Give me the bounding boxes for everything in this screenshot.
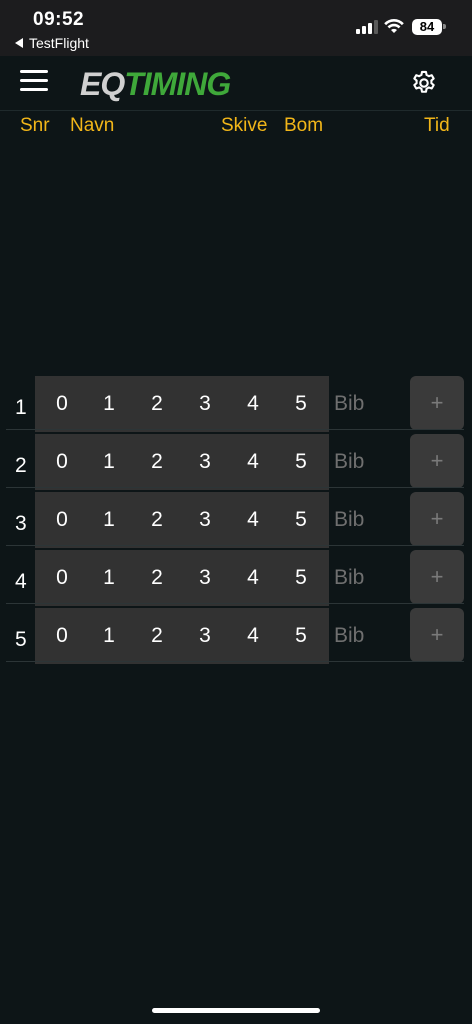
battery-indicator: 84 bbox=[412, 19, 442, 35]
score-button-2[interactable]: 2 bbox=[145, 566, 169, 590]
add-button[interactable]: + bbox=[410, 434, 464, 488]
score-button-3[interactable]: 3 bbox=[193, 566, 217, 590]
row-divider bbox=[6, 429, 464, 430]
row-divider bbox=[6, 487, 464, 488]
score-button-1[interactable]: 1 bbox=[97, 566, 121, 590]
column-header-snr: Snr bbox=[20, 115, 50, 136]
bib-input[interactable]: Bib bbox=[334, 624, 364, 648]
column-header-skive: Skive bbox=[221, 115, 268, 136]
target-rows: 1 0 1 2 3 4 5 Bib + 2 0 1 2 3 4 5 Bib + … bbox=[0, 376, 472, 666]
gear-icon[interactable] bbox=[410, 69, 438, 97]
back-arrow-icon bbox=[15, 38, 23, 48]
score-button-5[interactable]: 5 bbox=[289, 392, 313, 416]
column-header-navn: Navn bbox=[70, 115, 115, 136]
cellular-signal-icon bbox=[356, 20, 378, 34]
score-button-5[interactable]: 5 bbox=[289, 624, 313, 648]
score-button-1[interactable]: 1 bbox=[97, 450, 121, 474]
score-button-4[interactable]: 4 bbox=[241, 566, 265, 590]
row-number: 1 bbox=[15, 396, 27, 419]
score-button-4[interactable]: 4 bbox=[241, 392, 265, 416]
target-row: 2 0 1 2 3 4 5 Bib + bbox=[0, 434, 472, 492]
score-button-0[interactable]: 0 bbox=[50, 508, 74, 532]
column-header-bom: Bom bbox=[284, 115, 324, 136]
score-button-5[interactable]: 5 bbox=[289, 508, 313, 532]
row-number: 5 bbox=[15, 628, 27, 651]
score-button-0[interactable]: 0 bbox=[50, 624, 74, 648]
status-bar: 09:52 TestFlight 84 bbox=[0, 0, 472, 56]
score-button-2[interactable]: 2 bbox=[145, 624, 169, 648]
score-button-3[interactable]: 3 bbox=[193, 624, 217, 648]
eqtiming-logo: EQTIMING bbox=[80, 66, 231, 103]
score-selector: 0 1 2 3 4 5 bbox=[35, 434, 329, 490]
score-selector: 0 1 2 3 4 5 bbox=[35, 492, 329, 548]
target-row: 4 0 1 2 3 4 5 Bib + bbox=[0, 550, 472, 608]
score-button-0[interactable]: 0 bbox=[50, 450, 74, 474]
row-number: 2 bbox=[15, 454, 27, 477]
score-button-0[interactable]: 0 bbox=[50, 392, 74, 416]
row-divider bbox=[6, 545, 464, 546]
status-time: 09:52 bbox=[33, 9, 85, 30]
score-button-1[interactable]: 1 bbox=[97, 624, 121, 648]
column-headers: Snr Navn Skive Bom Tid bbox=[0, 112, 472, 142]
back-to-app-link[interactable]: TestFlight bbox=[15, 35, 89, 51]
score-button-5[interactable]: 5 bbox=[289, 450, 313, 474]
score-button-3[interactable]: 3 bbox=[193, 450, 217, 474]
score-button-0[interactable]: 0 bbox=[50, 566, 74, 590]
score-button-1[interactable]: 1 bbox=[97, 392, 121, 416]
target-row: 5 0 1 2 3 4 5 Bib + bbox=[0, 608, 472, 666]
bib-input[interactable]: Bib bbox=[334, 450, 364, 474]
row-divider bbox=[6, 661, 464, 662]
score-button-4[interactable]: 4 bbox=[241, 508, 265, 532]
wifi-icon bbox=[384, 18, 404, 33]
score-button-2[interactable]: 2 bbox=[145, 508, 169, 532]
hamburger-menu-icon[interactable] bbox=[20, 70, 50, 94]
score-button-4[interactable]: 4 bbox=[241, 624, 265, 648]
score-button-5[interactable]: 5 bbox=[289, 566, 313, 590]
add-button[interactable]: + bbox=[410, 608, 464, 662]
bib-input[interactable]: Bib bbox=[334, 566, 364, 590]
score-selector: 0 1 2 3 4 5 bbox=[35, 550, 329, 606]
row-number: 4 bbox=[15, 570, 27, 593]
target-row: 3 0 1 2 3 4 5 Bib + bbox=[0, 492, 472, 550]
column-header-tid: Tid bbox=[424, 115, 450, 136]
bib-input[interactable]: Bib bbox=[334, 392, 364, 416]
back-app-label: TestFlight bbox=[29, 35, 89, 51]
battery-nub bbox=[443, 24, 446, 29]
score-selector: 0 1 2 3 4 5 bbox=[35, 376, 329, 432]
add-button[interactable]: + bbox=[410, 550, 464, 604]
score-button-2[interactable]: 2 bbox=[145, 450, 169, 474]
add-button[interactable]: + bbox=[410, 492, 464, 546]
score-button-3[interactable]: 3 bbox=[193, 508, 217, 532]
app-header: EQTIMING bbox=[0, 56, 472, 111]
logo-timing: TIMING bbox=[124, 66, 231, 102]
score-button-3[interactable]: 3 bbox=[193, 392, 217, 416]
score-button-1[interactable]: 1 bbox=[97, 508, 121, 532]
target-row: 1 0 1 2 3 4 5 Bib + bbox=[0, 376, 472, 434]
home-indicator[interactable] bbox=[152, 1008, 320, 1013]
bib-input[interactable]: Bib bbox=[334, 508, 364, 532]
logo-eq: EQ bbox=[80, 66, 125, 102]
score-button-2[interactable]: 2 bbox=[145, 392, 169, 416]
row-divider bbox=[6, 603, 464, 604]
row-number: 3 bbox=[15, 512, 27, 535]
score-button-4[interactable]: 4 bbox=[241, 450, 265, 474]
add-button[interactable]: + bbox=[410, 376, 464, 430]
app-screen: 09:52 TestFlight 84 EQTIMING Snr Navn Sk… bbox=[0, 0, 472, 1024]
score-selector: 0 1 2 3 4 5 bbox=[35, 608, 329, 664]
